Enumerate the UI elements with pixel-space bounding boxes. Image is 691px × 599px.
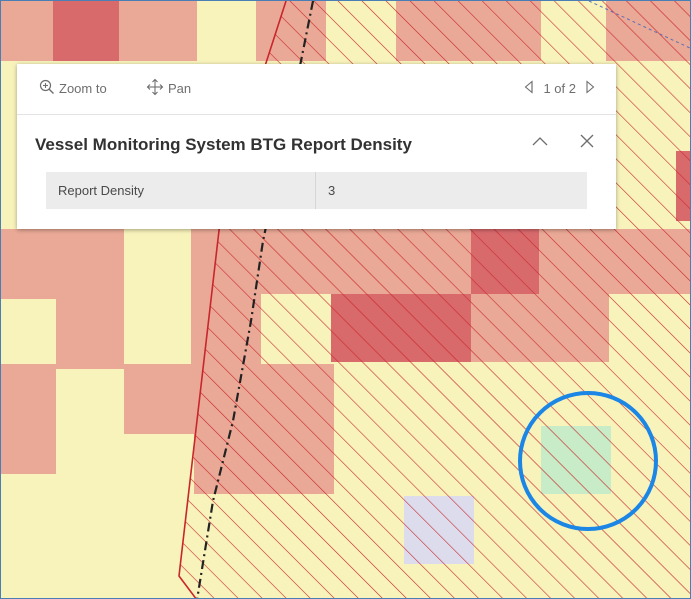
feature-popup: Zoom to Pan 1 of 2 Vessel Monitoring Sys… (17, 64, 616, 229)
density-cell (119, 1, 197, 61)
pan-label: Pan (168, 80, 192, 96)
density-cell (1, 229, 56, 299)
zoom-in-icon (39, 79, 59, 98)
density-cell (1, 364, 56, 474)
previous-icon (523, 79, 535, 97)
pan-button[interactable]: Pan (146, 78, 191, 98)
next-feature-button[interactable] (584, 79, 596, 97)
pan-icon (146, 78, 168, 99)
close-button[interactable] (577, 133, 597, 153)
popup-title: Vessel Monitoring System BTG Report Dens… (35, 135, 412, 154)
collapse-icon (531, 134, 549, 152)
density-cell (53, 1, 119, 61)
zoom-to-button[interactable]: Zoom to (39, 78, 107, 98)
previous-feature-button[interactable] (523, 79, 535, 97)
popup-actions-bar: Zoom to Pan 1 of 2 (17, 64, 616, 115)
attribute-table: Report Density 3 (46, 172, 587, 209)
zoom-to-label: Zoom to (59, 80, 107, 96)
feature-pager: 1 of 2 (523, 78, 596, 98)
collapse-button[interactable] (530, 133, 550, 153)
density-cell (124, 364, 194, 434)
next-icon (584, 79, 596, 97)
pager-count: 1 of 2 (543, 80, 576, 96)
density-cell (1, 1, 53, 61)
close-icon (579, 133, 595, 154)
field-name-cell: Report Density (46, 172, 316, 209)
map-frame: Zoom to Pan 1 of 2 Vessel Monitoring Sys… (0, 0, 691, 599)
density-cell (56, 229, 124, 369)
field-value-cell: 3 (316, 172, 587, 209)
